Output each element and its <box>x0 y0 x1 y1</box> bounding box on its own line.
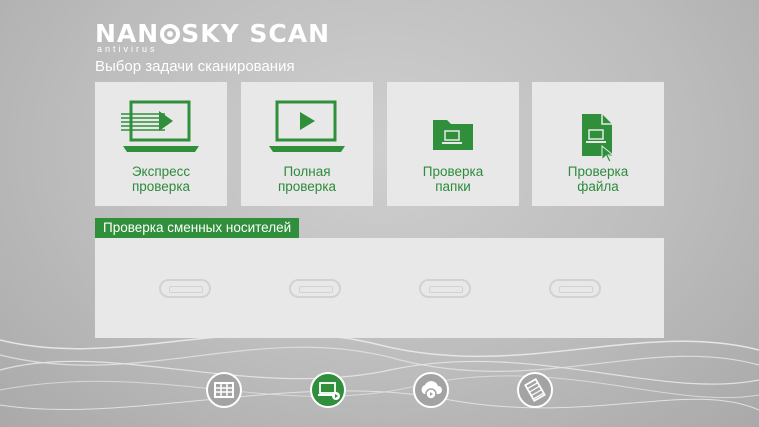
full-scan-laptop-icon <box>269 100 345 152</box>
express-scan-label-line2: проверка <box>131 179 191 194</box>
express-scan-laptop-icon <box>121 100 199 152</box>
brand-logo: NAN SKY SCAN antivirus <box>95 19 345 55</box>
full-scan-label: Полная проверка <box>241 164 373 194</box>
full-scan-tile[interactable]: Полная проверка <box>241 82 373 206</box>
file-scan-label-line1: Проверка <box>567 164 629 179</box>
brand-name-part2: SKY SCAN <box>181 19 331 48</box>
folder-scan-label: Проверка папки <box>387 164 519 194</box>
folder-scan-tile[interactable]: Проверка папки <box>387 82 519 206</box>
express-scan-tile[interactable]: Экспресс проверка <box>95 82 227 206</box>
dashboard-icon <box>214 382 234 398</box>
file-scan-label: Проверка файла <box>532 164 664 194</box>
nav-quarantine-button[interactable] <box>517 372 553 408</box>
usb-slot-icon[interactable] <box>549 279 601 298</box>
removable-media-panel <box>95 238 664 338</box>
express-scan-label: Экспресс проверка <box>95 164 227 194</box>
removable-media-header: Проверка сменных носителей <box>95 218 300 238</box>
file-scan-tile[interactable]: Проверка файла <box>532 82 664 206</box>
page-title: Выбор задачи сканирования <box>95 58 295 75</box>
scan-icon <box>318 382 340 400</box>
file-icon <box>582 114 615 162</box>
cloud-update-icon <box>421 381 442 400</box>
usb-slot-icon[interactable] <box>289 279 341 298</box>
logo-o-icon <box>160 24 181 44</box>
nav-dashboard-button[interactable] <box>206 372 242 408</box>
usb-slot-icon[interactable] <box>159 279 211 298</box>
nav-scan-button[interactable] <box>310 372 346 408</box>
usb-slot-icon[interactable] <box>419 279 471 298</box>
nav-update-button[interactable] <box>413 372 449 408</box>
brand-subtitle: antivirus <box>97 44 158 54</box>
file-scan-label-line2: файла <box>577 179 619 194</box>
folder-scan-label-line2: папки <box>435 179 471 194</box>
folder-scan-label-line1: Проверка <box>422 164 484 179</box>
quarantine-icon <box>524 377 546 403</box>
full-scan-label-line1: Полная <box>283 164 331 179</box>
folder-icon <box>433 120 473 150</box>
full-scan-label-line2: проверка <box>277 179 337 194</box>
express-scan-label-line1: Экспресс <box>131 164 191 179</box>
